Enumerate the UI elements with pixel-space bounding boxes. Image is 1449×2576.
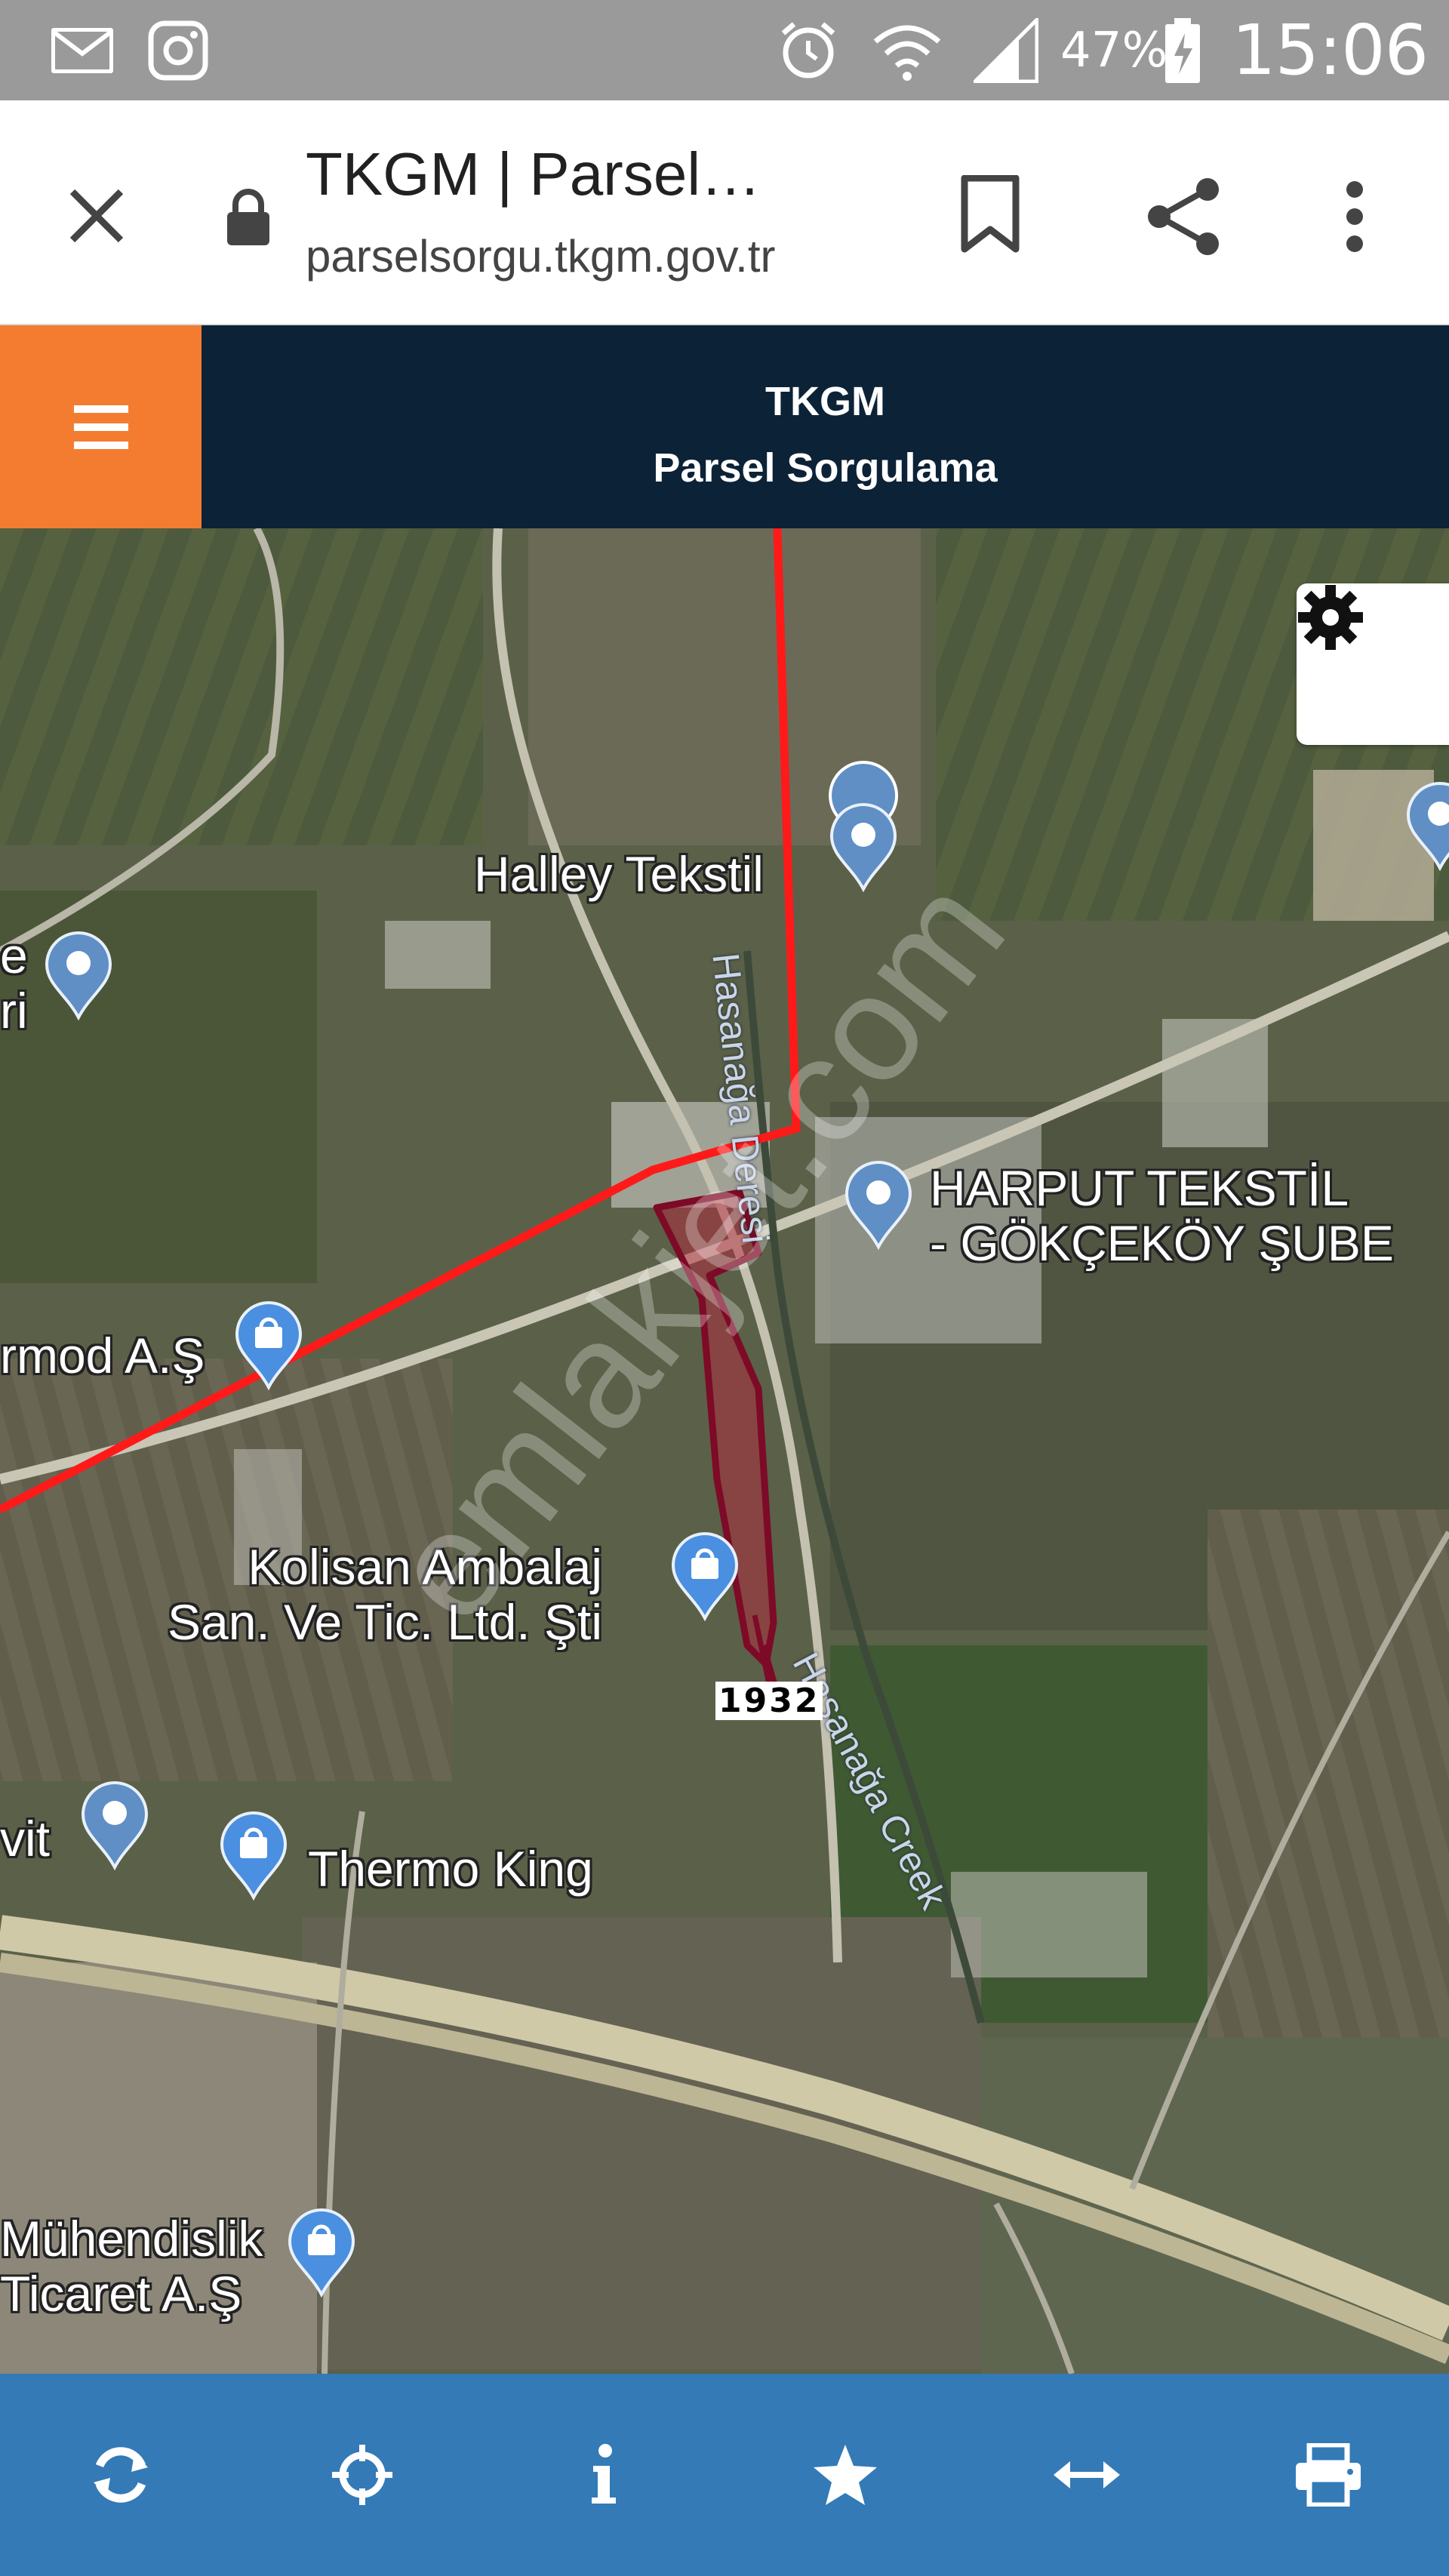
info-button[interactable] [543,2414,664,2535]
shopping-pin-icon[interactable] [234,1301,303,1390]
place-pin-icon[interactable] [80,1781,149,1870]
shopping-pin-icon[interactable] [287,2208,356,2297]
place-label[interactable]: Mühendislik Ticaret A.Ş [0,2211,263,2321]
place-pin-icon[interactable] [1405,782,1449,871]
place-label[interactable]: Thermo King [308,1842,593,1897]
place-label[interactable]: vit [0,1811,50,1867]
info-icon [592,2444,616,2504]
crosshair-icon [332,2445,392,2505]
overflow-menu-icon[interactable] [1328,173,1381,260]
battery-charging-icon [1162,0,1203,100]
close-icon[interactable] [60,180,133,252]
instagram-icon [148,0,208,100]
gear-icon [1298,585,1363,650]
page-url[interactable]: parselsorgu.tkgm.gov.tr [306,230,775,282]
lock-icon [220,180,276,253]
place-label[interactable]: e ri [0,928,28,1038]
map-toolbar [0,2374,1449,2576]
star-icon [814,2445,877,2505]
mail-icon [51,0,113,100]
app-subtitle: Parsel Sorgulama [653,445,998,491]
favorite-button[interactable] [785,2414,906,2535]
app-title: TKGM [765,379,885,424]
place-pin-icon[interactable] [44,931,113,1020]
place-label[interactable]: rmod A.Ş [0,1328,205,1383]
menu-button[interactable] [0,325,202,528]
measure-icon [1054,2461,1120,2488]
refresh-button[interactable] [60,2414,181,2535]
place-label[interactable]: Halley Tekstil [474,847,764,902]
satellite-map[interactable]: Halley Tekstil HARPUT TEKSTİL - GÖKÇEKÖY… [0,528,1449,2374]
shopping-pin-icon[interactable] [219,1811,288,1900]
print-button[interactable] [1268,2414,1389,2535]
battery-percent: 47% [1060,22,1168,78]
page-title[interactable]: TKGM | Parsel… [306,140,761,209]
shopping-pin-icon[interactable] [670,1532,740,1621]
wifi-icon [872,0,942,100]
app-header: TKGM Parsel Sorgulama [0,325,1449,528]
map-settings-button[interactable] [1297,583,1449,745]
hamburger-icon [73,405,128,449]
clock: 15:06 [1232,10,1429,91]
alarm-icon [777,0,839,100]
refresh-icon [94,2447,148,2503]
locate-button[interactable] [302,2414,423,2535]
map-imagery [0,528,1449,2374]
parcel-number-label[interactable]: 1932 [715,1682,823,1720]
print-icon [1296,2443,1361,2507]
bookmark-icon[interactable] [952,173,1028,256]
browser-toolbar: TKGM | Parsel… parselsorgu.tkgm.gov.tr [0,100,1449,325]
place-label[interactable]: HARPUT TEKSTİL - GÖKÇEKÖY ŞUBE [930,1161,1394,1270]
share-icon[interactable] [1140,173,1227,260]
status-bar: 47% 15:06 [0,0,1449,100]
signal-icon [974,0,1038,100]
measure-button[interactable] [1026,2414,1147,2535]
